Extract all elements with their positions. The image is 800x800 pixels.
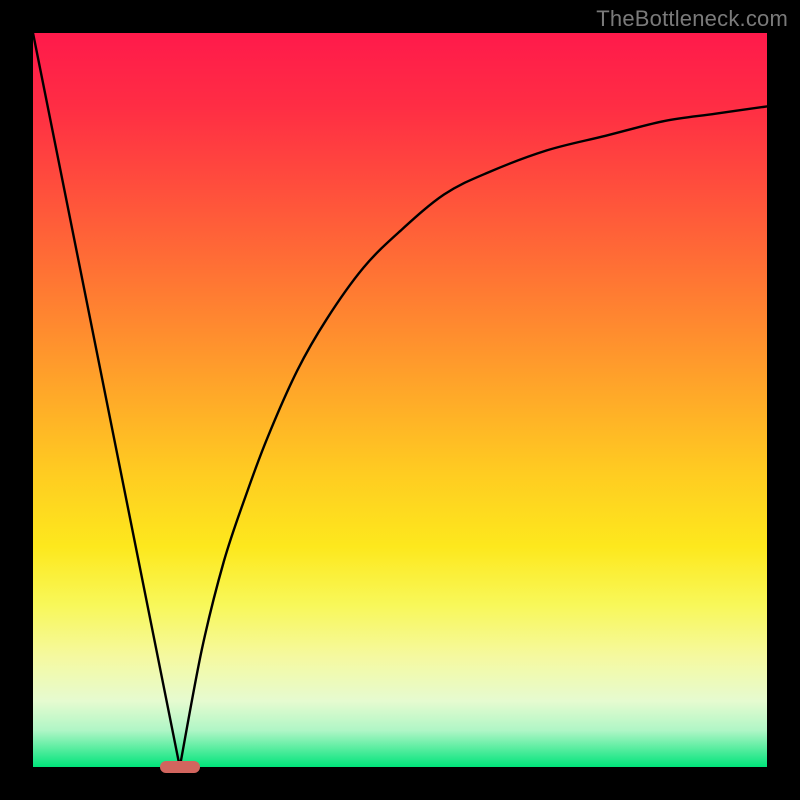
optimum-marker bbox=[160, 761, 200, 773]
chart-frame: TheBottleneck.com bbox=[0, 0, 800, 800]
plot-area bbox=[33, 33, 767, 767]
attribution-label: TheBottleneck.com bbox=[596, 6, 788, 32]
bottleneck-curve bbox=[33, 33, 767, 767]
